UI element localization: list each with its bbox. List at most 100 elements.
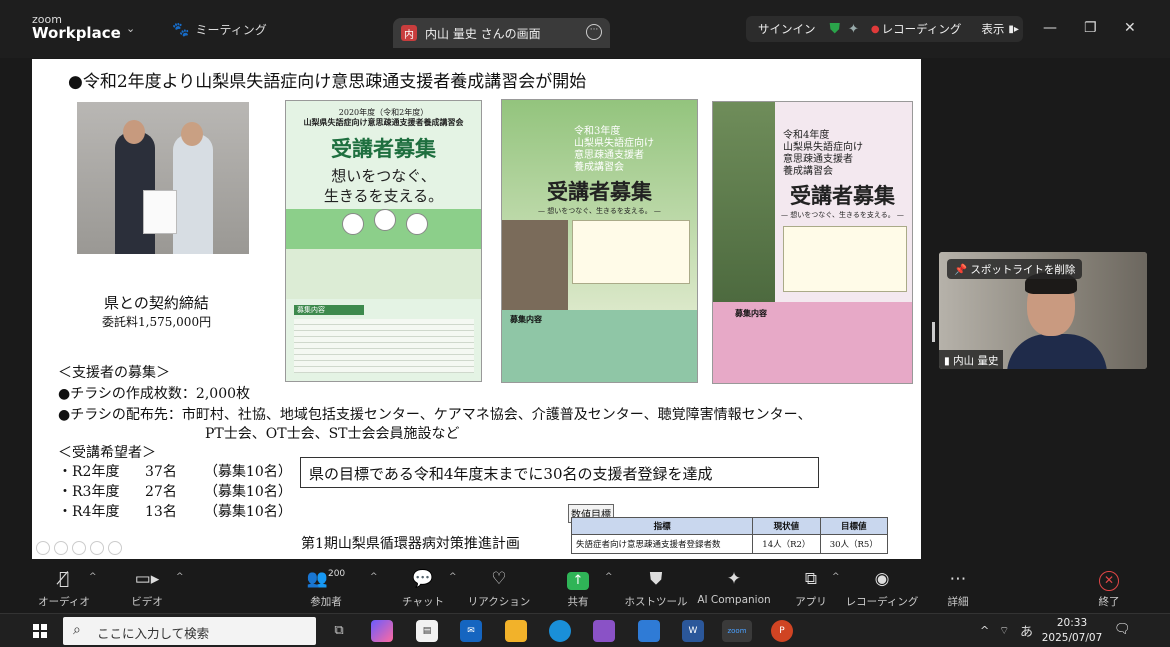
word-icon[interactable]: W bbox=[682, 620, 704, 642]
m365-icon[interactable] bbox=[593, 620, 615, 642]
clock-time: 20:33 bbox=[1056, 617, 1088, 629]
file-explorer-icon[interactable] bbox=[505, 620, 527, 642]
windows-taskbar: ⌕ ここに入力して検索 ⧉ ▤ ✉ W zoom P ^ ⌔ あ 20:33 2… bbox=[0, 613, 1170, 647]
flyer1-section: 募集内容 bbox=[294, 305, 364, 315]
task-view-icon[interactable]: ⧉ bbox=[328, 620, 350, 642]
slide-zoom-icon[interactable] bbox=[90, 541, 104, 555]
flyer-2020: 2020年度（令和2年度） 山梨県失語症向け意思疎通支援者養成講習会 受講者募集… bbox=[285, 100, 482, 382]
shield-icon: ⛊ bbox=[649, 569, 663, 589]
flyer3-heading: 受講者募集 bbox=[790, 183, 895, 208]
apps-options-caret[interactable]: ^ bbox=[832, 572, 840, 582]
flyer1-course: 山梨県失語症向け意思疎通支援者養成講習会 bbox=[303, 117, 464, 127]
tray-chevron-icon[interactable]: ^ bbox=[980, 624, 989, 637]
recording-status[interactable]: レコーディング bbox=[882, 21, 962, 37]
participants-icon: 👥200 bbox=[306, 569, 346, 589]
flyer3-slogan: — 想いをつなぐ、生きるを支える。 — bbox=[781, 211, 904, 219]
supporter-header: ＜支援者の募集＞ bbox=[58, 365, 170, 381]
flyer3-section: 募集内容 bbox=[735, 308, 767, 318]
audio-options-caret[interactable]: ^ bbox=[89, 572, 97, 582]
flyer-2021: 令和3年度 山梨県失語症向け 意思疎通支援者 養成講習会 受講者募集 — 想いを… bbox=[501, 99, 698, 383]
flyer2-slogan: — 想いをつなぐ、生きるを支える。 — bbox=[538, 207, 661, 215]
windows-start-icon[interactable] bbox=[33, 624, 47, 638]
slide-prev-icon[interactable] bbox=[36, 541, 50, 555]
target-header-current: 現状値 bbox=[752, 517, 821, 535]
flyer2-line4: 養成講習会 bbox=[574, 162, 624, 173]
target-table: 指標 現状値 目標値 失語症者向け意思疎通支援者登録者数 14人（R2） 30人… bbox=[570, 517, 889, 554]
plan-title: 第1期山梨県循環器病対策推進計画 bbox=[301, 536, 520, 552]
sparkle-icon[interactable]: ✦ bbox=[848, 22, 859, 37]
participants-count: 200 bbox=[327, 569, 346, 579]
chevron-down-icon[interactable]: ⌄ bbox=[126, 22, 135, 35]
shield-icon[interactable]: ⛊ bbox=[830, 21, 841, 37]
copilot-icon[interactable] bbox=[371, 620, 393, 642]
search-icon: ⌕ bbox=[73, 622, 81, 638]
sparkle-icon: ✦ bbox=[726, 569, 742, 589]
slide-pen-icon[interactable] bbox=[72, 541, 86, 555]
recording-button[interactable]: ◉ レコーディング bbox=[842, 569, 922, 609]
flyer-distribution-cont: PT士会、OT士会、ST士会会員施設など bbox=[205, 426, 460, 442]
slide-next-icon[interactable] bbox=[54, 541, 68, 555]
reactions-button[interactable]: ♡ リアクション bbox=[459, 569, 539, 609]
flyer-count: ●チラシの作成枚数：2,000枚 bbox=[58, 386, 251, 402]
meeting-toolbar: 🎙̸ オーディオ ^ ▭▸ ビデオ ^ 👥200 参加者 ^ 💬 チャット ^ ♡ リアク… bbox=[0, 561, 1170, 613]
participant-video[interactable]: 📌 スポットライトを削除 ▮ 内山 量史 bbox=[939, 252, 1147, 369]
contract-photo bbox=[77, 102, 249, 254]
participants-options-caret[interactable]: ^ bbox=[370, 572, 378, 582]
applicant-row: ・R4年度 13名 （募集10名） bbox=[58, 504, 292, 520]
meeting-tab[interactable]: 🐾 ミーティング bbox=[172, 21, 267, 38]
share-options-caret[interactable]: ^ bbox=[605, 572, 613, 582]
host-tools-button[interactable]: ⛊ ホストツール bbox=[616, 569, 696, 609]
more-options-icon[interactable]: ··· bbox=[586, 24, 602, 40]
flyer3-line4: 養成講習会 bbox=[783, 166, 833, 177]
flyer-distribution: ●チラシの配布先：市町村、社協、地域包括支援センター、ケアマネ協会、介護普及セン… bbox=[58, 407, 812, 423]
more-button[interactable]: ⋯ 詳細 bbox=[918, 569, 998, 609]
panel-resize-handle[interactable] bbox=[932, 322, 935, 342]
target-indicator: 失語症者向け意思疎通支援者登録者数 bbox=[570, 534, 754, 554]
end-button[interactable]: ✕ 終了 bbox=[1069, 569, 1149, 609]
remove-spotlight-button[interactable]: 📌 スポットライトを削除 bbox=[947, 259, 1083, 279]
video-options-caret[interactable]: ^ bbox=[176, 572, 184, 582]
restore-icon[interactable]: ❐ bbox=[1084, 20, 1097, 36]
participants-button[interactable]: 👥200 参加者 bbox=[286, 569, 366, 609]
meeting-label: ミーティング bbox=[195, 23, 267, 37]
close-icon[interactable]: ✕ bbox=[1124, 20, 1136, 36]
network-icon[interactable]: ⌔ bbox=[999, 624, 1009, 638]
chat-options-caret[interactable]: ^ bbox=[449, 572, 457, 582]
edge-icon[interactable] bbox=[549, 620, 571, 642]
brand-name: Workplace bbox=[32, 24, 121, 42]
minimize-icon[interactable]: — bbox=[1043, 20, 1057, 36]
slide-controls[interactable] bbox=[36, 541, 122, 555]
target-current: 14人（R2） bbox=[752, 534, 821, 554]
pin-icon: 📌 bbox=[954, 264, 971, 276]
view-layout-icon[interactable]: ▮▸ bbox=[1008, 24, 1019, 35]
slide-title: ●令和2年度より山梨県失語症向け意思疎通支援者養成講習会が開始 bbox=[68, 72, 587, 92]
participant-name: ▮ 内山 量史 bbox=[939, 350, 1004, 369]
flyer2-section: 募集内容 bbox=[510, 314, 542, 324]
goal-box: 県の目標である令和4年度末までに30名の支援者登録を達成 bbox=[300, 457, 819, 488]
clock-date: 2025/07/07 bbox=[1041, 632, 1103, 644]
outlook-icon[interactable]: ✉ bbox=[460, 620, 482, 642]
ime-indicator[interactable]: あ bbox=[1020, 621, 1033, 640]
heart-icon: ♡ bbox=[491, 569, 507, 589]
screen-share-tab[interactable]: 内 内山 量史 さんの画面 ··· bbox=[393, 18, 610, 48]
record-dot-icon: ● bbox=[870, 23, 880, 35]
share-tab-label: 内山 量史 さんの画面 bbox=[425, 26, 541, 41]
notification-icon[interactable]: 🗨 bbox=[1114, 622, 1131, 637]
target-goal: 30人（R5） bbox=[819, 534, 889, 554]
video-button[interactable]: ▭▸ ビデオ bbox=[107, 569, 187, 609]
photos-icon[interactable] bbox=[638, 620, 660, 642]
shared-slide: ●令和2年度より山梨県失語症向け意思疎通支援者養成講習会が開始 県との契約締結 … bbox=[32, 59, 921, 559]
signal-icon: ▮ bbox=[944, 355, 954, 367]
taskbar-clock[interactable]: 20:33 2025/07/07 bbox=[1040, 616, 1104, 646]
signin-button[interactable]: サインイン bbox=[758, 21, 816, 37]
store-icon[interactable]: ▤ bbox=[416, 620, 438, 642]
slide-more-icon[interactable] bbox=[108, 541, 122, 555]
powerpoint-icon[interactable]: P bbox=[771, 620, 793, 642]
zoom-app-icon[interactable]: zoom bbox=[722, 620, 752, 642]
view-button[interactable]: 表示 bbox=[981, 21, 1004, 37]
photo-subcaption: 委託料1,575,000円 bbox=[102, 315, 212, 329]
taskbar-search[interactable]: ⌕ ここに入力して検索 bbox=[63, 617, 316, 645]
paw-icon: 🐾 bbox=[172, 21, 190, 38]
ai-companion-button[interactable]: ✦ AI Companion bbox=[694, 569, 774, 606]
flyer1-slogan2: 生きるを支える。 bbox=[323, 187, 444, 205]
